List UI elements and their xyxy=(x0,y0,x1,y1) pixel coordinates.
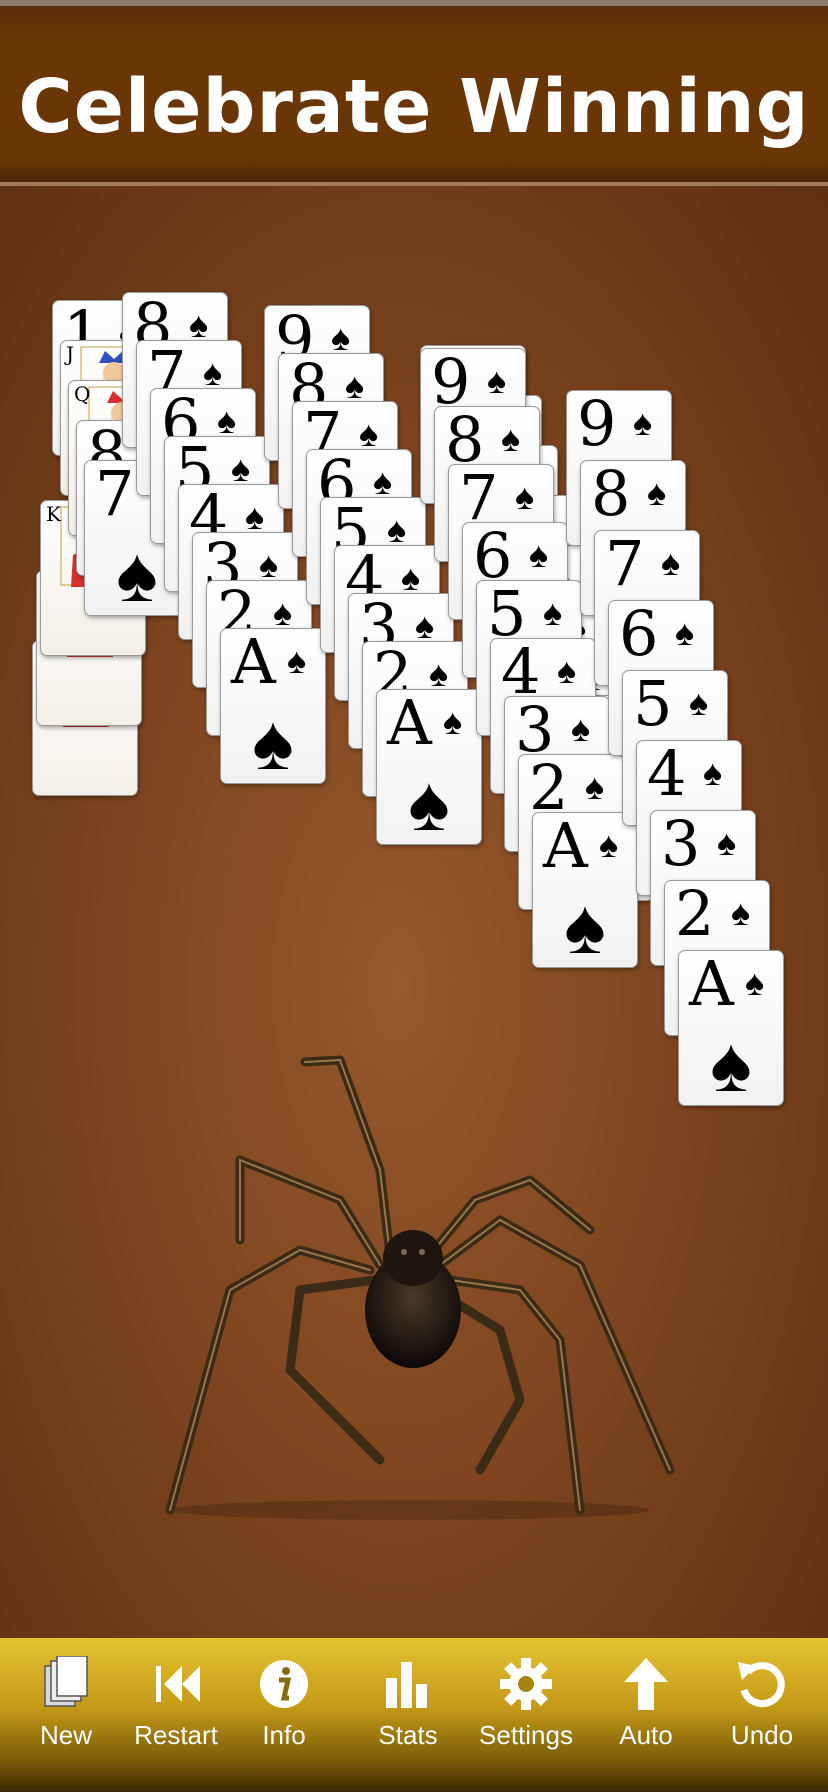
spade-icon: ♠ xyxy=(359,413,379,454)
spade-icon: ♠ xyxy=(401,557,421,598)
spade-icon: ♠ xyxy=(429,653,449,694)
spade-icon: ♠ xyxy=(689,682,709,723)
new-label: New xyxy=(39,1720,92,1750)
stats-label: Stats xyxy=(378,1720,438,1750)
card-rank: 5 xyxy=(633,670,673,740)
card-rank: Q xyxy=(74,382,91,406)
card-rank: A xyxy=(689,950,734,1020)
spade-icon: ♠ xyxy=(387,509,407,550)
spade-icon: ♠ xyxy=(661,542,681,583)
card-rank: 8 xyxy=(591,460,631,530)
settings-label: Settings xyxy=(479,1720,573,1750)
card-rank: J xyxy=(66,342,75,366)
info-icon xyxy=(260,1660,308,1708)
stats-button[interactable]: Stats xyxy=(358,1656,458,1776)
spade-icon: ♠ xyxy=(245,496,265,537)
spade-icon: ♠ xyxy=(373,461,393,502)
spade-icon: ♠ xyxy=(515,476,535,517)
card-rank: 9 xyxy=(577,390,617,460)
card-rank: 7 xyxy=(95,460,135,530)
spade-icon: ♠ xyxy=(189,304,209,345)
spade-icon: ♠ xyxy=(331,317,351,358)
spade-icon: ♠ xyxy=(487,360,507,401)
spade-icon: ♠ xyxy=(585,766,605,807)
new-deck-icon xyxy=(44,1656,88,1707)
spade-icon: ♠ xyxy=(543,592,563,633)
card-rank: 7 xyxy=(605,530,645,600)
playing-card: A♠♠ xyxy=(678,950,784,1106)
playing-card: A♠♠ xyxy=(376,689,482,845)
spade-icon: ♠ xyxy=(633,402,653,443)
spade-icon: ♠ xyxy=(203,352,223,393)
card-rank: 3 xyxy=(661,810,701,880)
spade-icon: ♠ xyxy=(345,365,365,406)
spade-icon: ♠ xyxy=(231,448,251,489)
spade-icon: ♠ xyxy=(501,418,521,459)
banner-title: Celebrate Winning xyxy=(18,64,810,150)
bottom-toolbar: New Restart Info Stats Settings Auto Und… xyxy=(0,1638,828,1792)
spade-icon: ♠ xyxy=(703,752,723,793)
card-rank: A xyxy=(231,628,276,698)
arrow-up-icon xyxy=(624,1658,668,1710)
rewind-icon xyxy=(156,1666,200,1702)
spade-icon: ♠ xyxy=(259,544,279,585)
playing-card: A♠♠ xyxy=(532,812,638,968)
gear-icon xyxy=(500,1658,552,1710)
spade-icon: ♠ xyxy=(408,759,450,845)
spade-icon: ♠ xyxy=(287,640,307,681)
info-label: Info xyxy=(262,1720,306,1750)
spade-icon: ♠ xyxy=(731,892,751,933)
auto-button[interactable]: Auto xyxy=(596,1656,696,1776)
spade-icon: ♠ xyxy=(745,962,765,1003)
spade-icon: ♠ xyxy=(564,882,606,968)
info-button[interactable]: Info xyxy=(234,1656,334,1776)
undo-label: Undo xyxy=(730,1720,794,1750)
spade-icon: ♠ xyxy=(675,612,695,653)
card-rank: 6 xyxy=(619,600,659,670)
spade-icon: ♠ xyxy=(557,650,577,691)
spade-icon: ♠ xyxy=(443,701,463,742)
spade-icon: ♠ xyxy=(647,472,667,513)
spade-icon: ♠ xyxy=(599,824,619,865)
title-banner: Celebrate Winning xyxy=(0,0,828,186)
card-rank: A xyxy=(387,689,432,759)
auto-label: Auto xyxy=(619,1720,673,1750)
undo-icon xyxy=(738,1662,785,1708)
settings-button[interactable]: Settings xyxy=(476,1656,576,1776)
spade-icon: ♠ xyxy=(710,1020,752,1106)
spade-icon: ♠ xyxy=(252,698,294,784)
spade-icon: ♠ xyxy=(717,822,737,863)
card-rank: K xyxy=(46,502,61,526)
spade-icon: ♠ xyxy=(529,534,549,575)
spade-icon: ♠ xyxy=(273,592,293,633)
spade-icon: ♠ xyxy=(571,708,591,749)
undo-button[interactable]: Undo xyxy=(712,1656,812,1776)
restart-label: Restart xyxy=(134,1720,218,1750)
bar-chart-icon xyxy=(386,1662,427,1708)
playing-card: A♠♠ xyxy=(220,628,326,784)
spade-icon: ♠ xyxy=(217,400,237,441)
new-button[interactable]: New xyxy=(16,1656,116,1776)
spider-illustration xyxy=(165,1055,675,1520)
restart-button[interactable]: Restart xyxy=(126,1656,226,1776)
spade-icon: ♠ xyxy=(415,605,435,646)
card-rank: 4 xyxy=(647,740,687,810)
card-rank: A xyxy=(543,812,588,882)
card-rank: 2 xyxy=(675,880,715,950)
